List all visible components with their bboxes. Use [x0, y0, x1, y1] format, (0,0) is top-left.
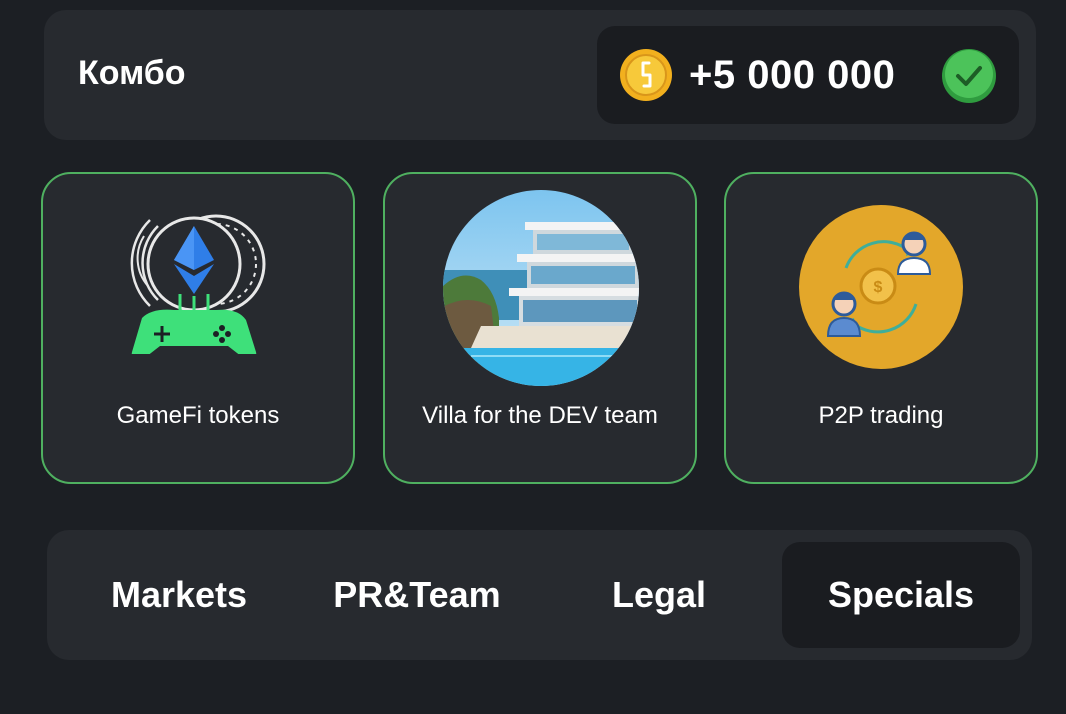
card-label: Villa for the DEV team [422, 402, 658, 429]
check-icon [942, 49, 996, 103]
villa-image [443, 190, 639, 386]
combo-reward: +5 000 000 [597, 26, 1019, 124]
card-label: GameFi tokens [116, 402, 280, 429]
tab-pr-team[interactable]: PR&Team [299, 542, 535, 648]
gamefi-gamepad-icon [130, 214, 266, 354]
combo-bar: Комбо +5 000 000 [44, 10, 1036, 140]
tab-specials[interactable]: Specials [782, 542, 1020, 648]
combo-card-gamefi[interactable]: GameFi tokens [41, 172, 355, 484]
reward-amount: +5 000 000 [689, 53, 896, 97]
combo-card-p2p[interactable]: $ P2P trading [724, 172, 1038, 484]
tab-legal[interactable]: Legal [541, 542, 777, 648]
card-label: P2P trading [818, 402, 944, 429]
combo-card-villa[interactable]: Villa for the DEV team [383, 172, 697, 484]
combo-title: Комбо [78, 54, 186, 92]
coin-icon [620, 49, 672, 101]
svg-text:$: $ [874, 279, 883, 296]
category-tabs: Markets PR&Team Legal Specials [47, 530, 1032, 660]
p2p-trading-icon: $ [799, 205, 963, 369]
tab-markets[interactable]: Markets [61, 542, 297, 648]
